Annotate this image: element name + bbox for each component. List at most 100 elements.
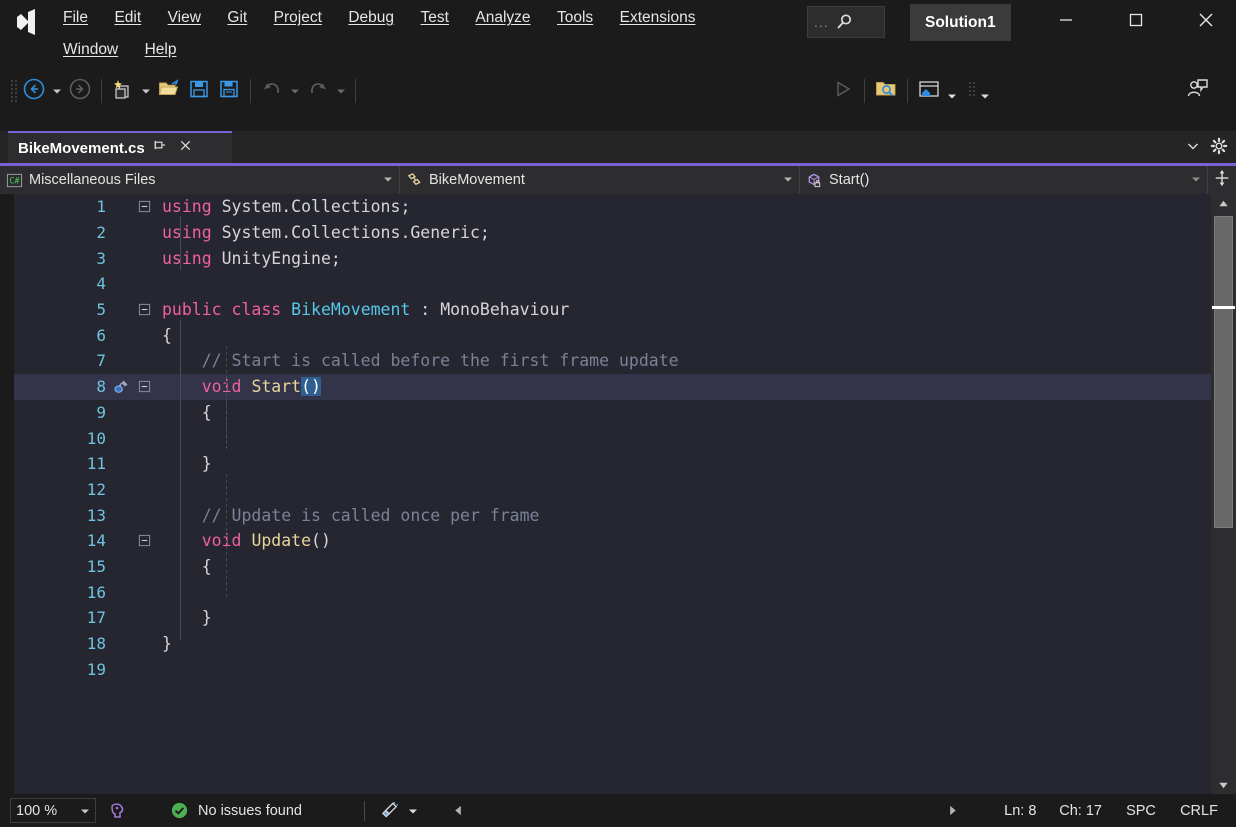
menu-item-git[interactable]: Git <box>216 3 258 33</box>
menu-item-window[interactable]: Window <box>52 35 129 65</box>
code-token: ; <box>330 248 341 268</box>
menu-item-project[interactable]: Project <box>263 3 333 33</box>
menu-item-help[interactable]: Help <box>134 35 188 65</box>
code-line[interactable]: 14 void Update() <box>14 528 1236 554</box>
toolbar-overflow-grip[interactable] <box>968 81 977 101</box>
code-line[interactable]: 11 } <box>14 451 1236 477</box>
code-line[interactable]: 17 } <box>14 605 1236 631</box>
find-in-files-button[interactable] <box>871 76 901 106</box>
menu-item-analyze[interactable]: Analyze <box>464 3 541 33</box>
scrollbar-thumb[interactable] <box>1214 216 1233 528</box>
menu-item-edit[interactable]: Edit <box>103 3 152 33</box>
close-tab-button[interactable] <box>175 137 197 159</box>
code-token: System <box>211 197 282 217</box>
code-line[interactable]: 6{ <box>14 322 1236 348</box>
editor-vertical-scrollbar[interactable] <box>1211 194 1236 794</box>
chevron-down-icon <box>783 171 793 189</box>
navbar-member-dropdown[interactable]: Start() <box>800 166 1208 194</box>
collapse-region-button[interactable] <box>132 534 156 547</box>
navigate-back-button[interactable] <box>19 76 49 106</box>
undo-dropdown[interactable] <box>287 77 303 105</box>
new-item-button[interactable] <box>108 76 138 106</box>
toolbar-overflow-dropdown[interactable] <box>977 77 993 105</box>
redo-button[interactable] <box>303 76 333 106</box>
line-endings-indicator[interactable]: CRLF <box>1170 794 1228 827</box>
editor-text-surface[interactable]: 1 using System.Collections; 2 using System.… <box>14 194 1236 794</box>
new-item-dropdown[interactable] <box>138 77 154 105</box>
code-line[interactable]: 13 // Update is called once per frame <box>14 502 1236 528</box>
code-line[interactable]: 19 <box>14 656 1236 682</box>
navbar-type-dropdown[interactable]: BikeMovement <box>400 166 800 194</box>
open-file-button[interactable] <box>154 76 184 106</box>
toolbar-grip-handle[interactable] <box>10 78 19 104</box>
code-line[interactable]: 3 using UnityEngine; <box>14 245 1236 271</box>
menu-item-view[interactable]: View <box>157 3 212 33</box>
intellicode-icon[interactable] <box>106 800 128 822</box>
close-button[interactable] <box>1183 0 1229 44</box>
search-input[interactable]: ... <box>807 6 885 38</box>
window-layout-button[interactable] <box>914 76 944 106</box>
code-line[interactable]: 15 { <box>14 554 1236 580</box>
save-button[interactable] <box>184 76 214 106</box>
editor-settings-button[interactable] <box>1206 135 1232 161</box>
code-token: System <box>211 223 282 243</box>
code-line[interactable]: 10 <box>14 425 1236 451</box>
code-line[interactable]: 2 using System.Collections.Generic; <box>14 220 1236 246</box>
code-line[interactable]: 16 <box>14 579 1236 605</box>
indentation-indicator[interactable]: SPC <box>1112 794 1170 827</box>
menu-item-extensions[interactable]: Extensions <box>609 3 707 33</box>
menu-item-debug[interactable]: Debug <box>337 3 405 33</box>
scroll-left-button[interactable] <box>444 798 474 824</box>
scroll-right-button[interactable] <box>937 798 967 824</box>
redo-dropdown[interactable] <box>333 77 349 105</box>
tab-list-dropdown-button[interactable] <box>1180 135 1206 161</box>
minimize-button[interactable] <box>1043 0 1089 44</box>
undo-button[interactable] <box>257 76 287 106</box>
issues-status-group[interactable]: No issues found <box>170 801 302 820</box>
navbar-project-dropdown[interactable]: C# Miscellaneous Files <box>0 166 400 194</box>
navigate-forward-button[interactable] <box>65 76 95 106</box>
code-line[interactable]: 18} <box>14 631 1236 657</box>
code-line[interactable]: 5 public class BikeMovement : MonoBehavio… <box>14 297 1236 323</box>
code-token: using <box>162 248 212 268</box>
code-text: using UnityEngine; <box>156 249 1236 268</box>
run-button[interactable] <box>828 76 858 106</box>
solution-name-chip[interactable]: Solution1 <box>910 4 1011 41</box>
navigate-back-dropdown[interactable] <box>49 77 65 105</box>
line-number: 12 <box>86 479 106 499</box>
code-line[interactable]: 7 // Start is called before the first fr… <box>14 348 1236 374</box>
window-layout-dropdown[interactable] <box>944 77 960 105</box>
code-line[interactable]: 4 <box>14 271 1236 297</box>
code-line[interactable]: 9 { <box>14 400 1236 426</box>
code-text: { <box>156 403 1236 422</box>
menu-label-view: View <box>167 9 201 26</box>
maximize-icon <box>1125 9 1147 36</box>
column-indicator[interactable]: Ch: 17 <box>1049 794 1112 827</box>
line-indicator[interactable]: Ln: 8 <box>991 794 1049 827</box>
scroll-down-button[interactable] <box>1211 776 1236 794</box>
menu-item-tools[interactable]: Tools <box>546 3 604 33</box>
code-line[interactable]: 8 void Start() <box>14 373 1236 400</box>
split-view-button[interactable] <box>1208 166 1236 194</box>
code-line[interactable]: 12 <box>14 477 1236 503</box>
quick-actions-screwdriver-icon[interactable] <box>110 378 132 395</box>
menu-item-test[interactable]: Test <box>410 3 460 33</box>
code-token: Collections <box>291 223 401 243</box>
scroll-up-button[interactable] <box>1211 194 1236 212</box>
line-number: 6 <box>96 325 106 345</box>
collapse-region-button[interactable] <box>132 303 156 316</box>
tab-bikemovement-cs[interactable]: BikeMovement.cs <box>8 133 232 163</box>
maximize-button[interactable] <box>1113 0 1159 44</box>
zoom-level-dropdown[interactable]: 100 % <box>10 798 96 823</box>
collapse-region-button[interactable] <box>132 380 156 393</box>
collapse-region-button[interactable] <box>132 200 156 213</box>
send-feedback-button[interactable] <box>1182 76 1212 106</box>
code-cleanup-dropdown[interactable] <box>400 806 426 816</box>
code-line[interactable]: 1 using System.Collections; <box>14 194 1236 220</box>
menu-item-file[interactable]: File <box>52 3 99 33</box>
pin-tab-button[interactable] <box>149 137 171 159</box>
save-all-button[interactable] <box>214 76 244 106</box>
code-cleanup-button[interactable] <box>379 800 426 821</box>
